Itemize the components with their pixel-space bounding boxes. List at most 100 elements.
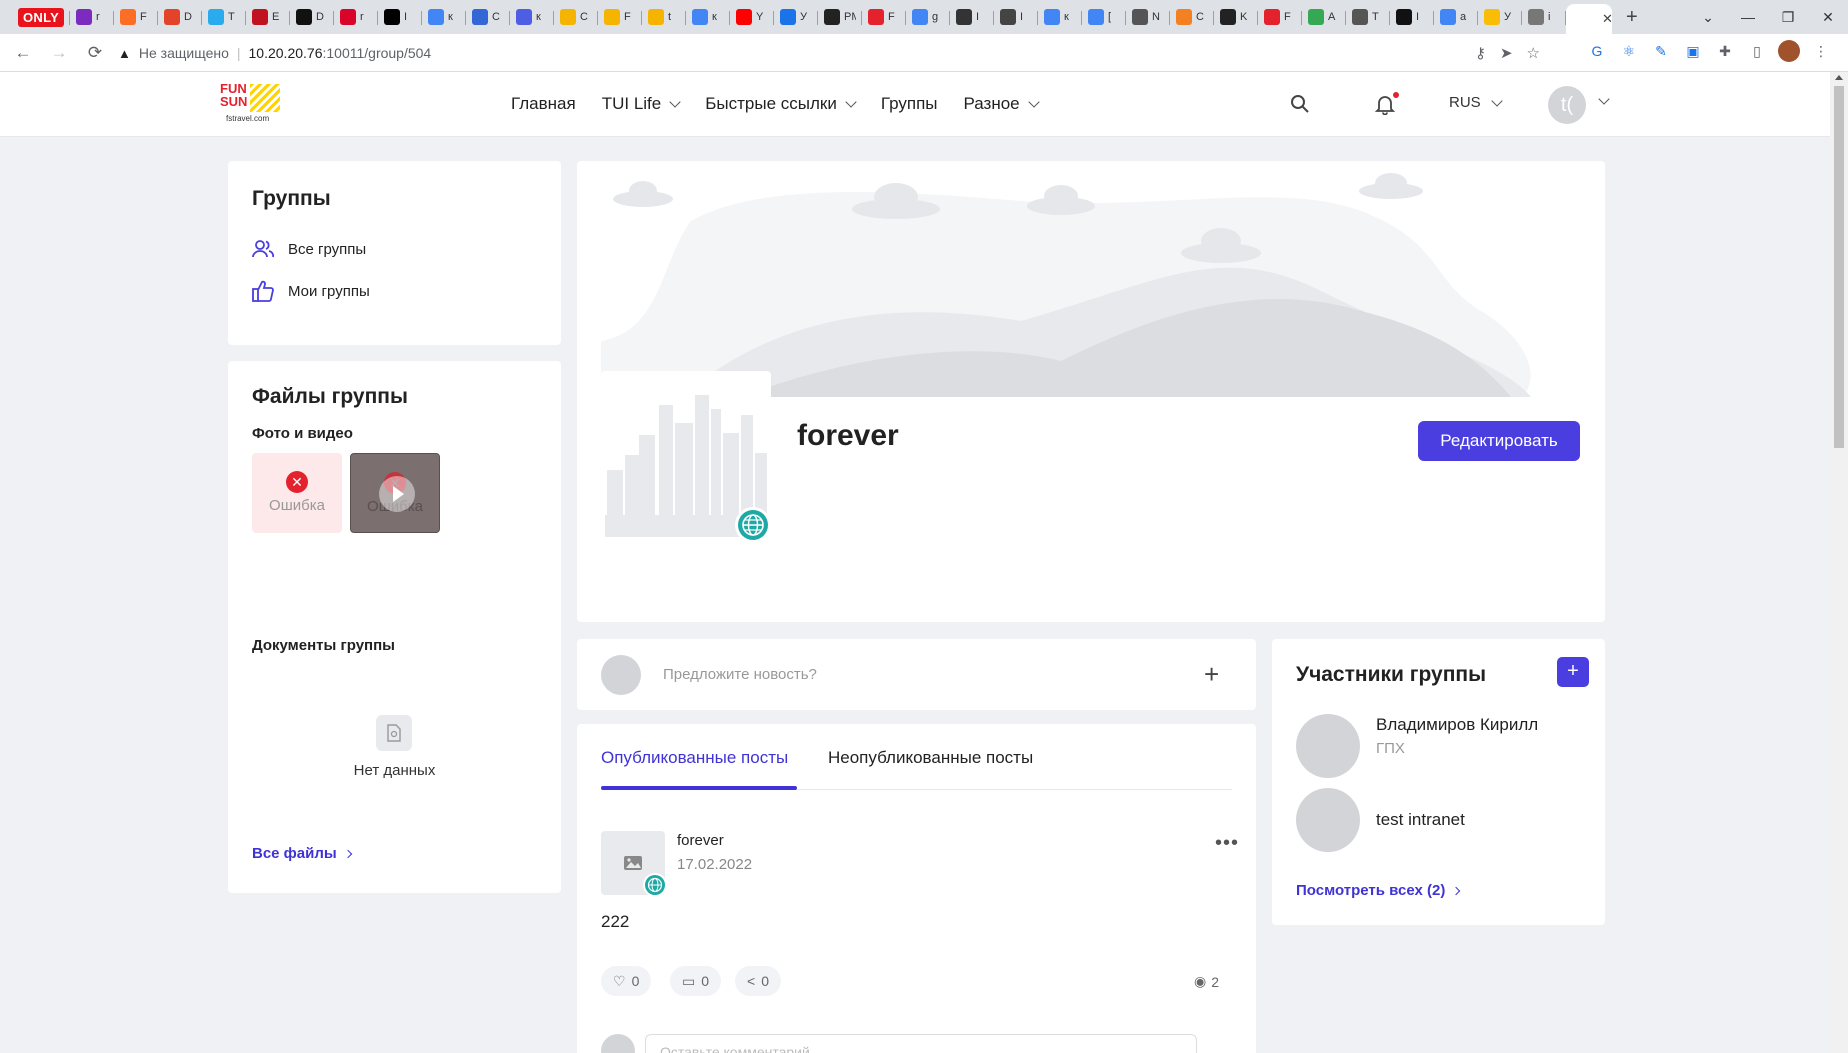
member-avatar[interactable] (1296, 788, 1360, 852)
comment-input[interactable]: Оставьте комментарий (645, 1034, 1197, 1053)
browser-tab[interactable]: D (158, 4, 202, 30)
browser-tab[interactable]: K (1214, 4, 1258, 30)
browser-tab[interactable]: a (1434, 4, 1478, 30)
reload-button[interactable]: ⟳ (82, 43, 108, 63)
user-avatar[interactable]: t( (1548, 86, 1586, 124)
browser-tab[interactable]: A (1302, 4, 1346, 30)
star-icon[interactable]: ☆ (1527, 44, 1540, 62)
add-member-button[interactable]: + (1557, 657, 1589, 687)
suggest-news-input[interactable]: Предложите новость? (663, 666, 817, 683)
react-extension-icon[interactable]: ⚛ (1618, 40, 1640, 62)
like-button[interactable]: ♡ 0 (601, 966, 652, 996)
all-files-link[interactable]: Все файлы (252, 845, 352, 862)
photo-thumbnail-error[interactable]: ✕ Ошибка (252, 453, 342, 533)
close-window-button[interactable]: ✕ (1808, 9, 1848, 26)
browser-tab[interactable]: I (378, 4, 422, 30)
maximize-button[interactable]: ❐ (1768, 9, 1808, 26)
tab-favicon-icon (296, 9, 312, 25)
tab-published-posts[interactable]: Опубликованные посты (601, 748, 788, 768)
pen-extension-icon[interactable]: ✎ (1650, 40, 1672, 62)
member-name[interactable]: Владимиров Кирилл (1376, 715, 1538, 735)
browser-tab[interactable]: У (1478, 4, 1522, 30)
browser-tab[interactable]: к (1038, 4, 1082, 30)
post-more-menu-icon[interactable]: ••• (1215, 832, 1239, 855)
fun-sun-logo[interactable]: FUN SUN fstravel.com (220, 82, 282, 128)
browser-tab[interactable]: F (862, 4, 906, 30)
tab-unpublished-posts[interactable]: Неопубликованные посты (828, 748, 1033, 768)
browser-tab[interactable]: ONLY (18, 4, 70, 30)
language-selector[interactable]: RUS (1449, 94, 1503, 111)
browser-tab[interactable]: Y (730, 4, 774, 30)
sidebar-item-my-groups[interactable]: Мои группы (252, 280, 370, 302)
browser-tab[interactable]: к (510, 4, 554, 30)
browser-tab[interactable]: I (994, 4, 1038, 30)
tab-favicon-icon (1484, 9, 1500, 25)
search-icon[interactable] (1290, 94, 1310, 114)
browser-tab[interactable]: F (114, 4, 158, 30)
play-icon[interactable] (379, 476, 415, 512)
browser-tab[interactable]: g (906, 4, 950, 30)
edit-group-button[interactable]: Редактировать (1418, 421, 1580, 461)
share-button[interactable]: < 0 (735, 966, 781, 996)
browser-tab[interactable]: к (686, 4, 730, 30)
key-icon[interactable]: ⚷ (1475, 44, 1486, 62)
member-avatar[interactable] (1296, 714, 1360, 778)
browser-tab[interactable]: C (1170, 4, 1214, 30)
comment-button[interactable]: ▭ 0 (670, 966, 722, 996)
forward-button[interactable]: → (46, 43, 72, 63)
browser-tab[interactable]: N (1126, 4, 1170, 30)
menu-kebab-icon[interactable]: ⋮ (1810, 40, 1832, 62)
member-name[interactable]: test intranet (1376, 810, 1465, 830)
browser-tab[interactable]: T (1346, 4, 1390, 30)
screenshot-extension-icon[interactable]: ▣ (1682, 40, 1704, 62)
scroll-up-arrow-icon[interactable] (1835, 75, 1843, 80)
send-icon[interactable]: ➤ (1500, 44, 1513, 62)
browser-tab[interactable]: [ (1082, 4, 1126, 30)
nav-item[interactable]: Разное (964, 94, 1040, 114)
minimize-button[interactable]: — (1728, 9, 1768, 25)
url-host[interactable]: 10.20.20.76 (249, 45, 323, 61)
url-path[interactable]: :10011/group/504 (322, 45, 431, 61)
chevron-down-icon[interactable] (1598, 93, 1610, 105)
browser-tab[interactable]: C (466, 4, 510, 30)
browser-tab[interactable]: r (70, 4, 114, 30)
address-bar[interactable]: ▲ Не защищено | 10.20.20.76 :10011/group… (110, 39, 1540, 67)
sidebar-item-all-groups[interactable]: Все группы (252, 239, 366, 259)
scrollbar-thumb[interactable] (1834, 86, 1844, 448)
new-tab-button[interactable]: + (1626, 6, 1638, 29)
browser-tab[interactable]: T (202, 4, 246, 30)
nav-item[interactable]: Быстрые ссылки (705, 94, 857, 114)
browser-tab[interactable]: r (334, 4, 378, 30)
browser-tab[interactable]: E (246, 4, 290, 30)
browser-tab[interactable]: C (554, 4, 598, 30)
nav-item[interactable]: Главная (511, 94, 576, 114)
browser-tab[interactable]: У (774, 4, 818, 30)
browser-tab[interactable]: t (642, 4, 686, 30)
browser-tab[interactable]: F✕ (1566, 4, 1613, 34)
nav-item[interactable]: TUI Life (602, 94, 681, 114)
back-button[interactable]: ← (10, 43, 36, 63)
profile-avatar[interactable] (1778, 40, 1800, 62)
sidebar-icon[interactable]: ▯ (1746, 40, 1768, 62)
puzzle-icon[interactable]: ✚ (1714, 40, 1736, 62)
post-author[interactable]: forever (677, 832, 724, 849)
add-post-button[interactable]: + (1204, 659, 1219, 690)
browser-tab[interactable]: I (1390, 4, 1434, 30)
security-status[interactable]: Не защищено (139, 45, 229, 61)
warning-icon[interactable]: ▲ (118, 46, 131, 61)
browser-tab[interactable]: к (422, 4, 466, 30)
browser-tab[interactable]: PM (818, 4, 862, 30)
browser-tab[interactable]: i (1522, 4, 1566, 30)
browser-tab[interactable]: F (1258, 4, 1302, 30)
browser-tab[interactable]: D (290, 4, 334, 30)
close-tab-icon[interactable]: ✕ (1602, 11, 1613, 27)
browser-tab[interactable]: I (950, 4, 994, 30)
browser-tab[interactable]: F (598, 4, 642, 30)
nav-item[interactable]: Группы (881, 94, 938, 114)
translate-extension-icon[interactable]: G (1586, 40, 1608, 62)
tab-title: g (932, 11, 939, 23)
see-all-members-link[interactable]: Посмотреть всех (2) (1296, 882, 1461, 899)
video-thumbnail[interactable]: ✕ Ошибка (350, 453, 440, 533)
tab-search-button[interactable]: ⌄ (1688, 9, 1728, 26)
page-scrollbar[interactable] (1830, 72, 1848, 1053)
